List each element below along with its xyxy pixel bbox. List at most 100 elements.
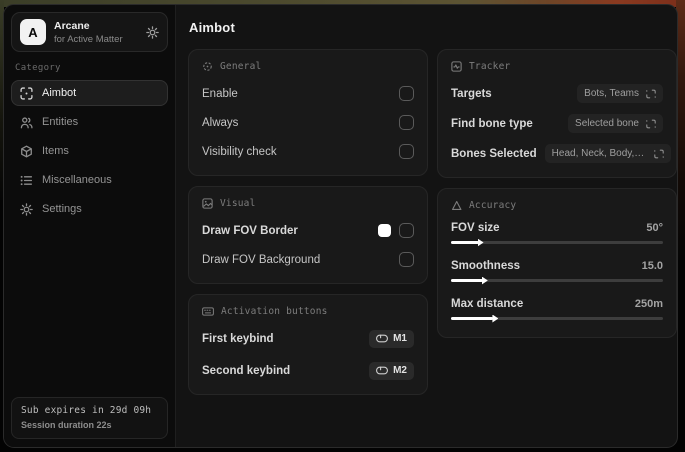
card-title: Tracker — [469, 61, 511, 72]
setting-row-targets: Targets Bots, Teams — [451, 83, 663, 104]
slider-thumb[interactable] — [481, 276, 488, 285]
gear-icon — [20, 202, 33, 216]
card-title: General — [220, 61, 262, 72]
card-general-header: General — [202, 61, 414, 72]
setting-label: Find bone type — [451, 117, 533, 130]
second-keybind-button[interactable]: M2 — [369, 361, 414, 380]
category-nav: Aimbot Entities Items Miscellaneous Sett… — [11, 80, 168, 222]
select-value: Selected bone — [575, 118, 639, 129]
setting-label: First keybind — [202, 332, 274, 345]
setting-row-enable: Enable — [202, 83, 414, 104]
sidebar-item-label: Miscellaneous — [42, 174, 112, 186]
fov-size-slider[interactable] — [451, 238, 663, 247]
setting-row-first-keybind: First keybind M1 — [202, 328, 414, 349]
setting-label: Enable — [202, 87, 238, 100]
app-window: A Arcane for Active Matter Category Aimb… — [3, 4, 678, 448]
sidebar-item-items[interactable]: Items — [11, 138, 168, 164]
visibility-check-checkbox[interactable] — [399, 144, 414, 159]
draw-fov-border-checkbox[interactable] — [399, 223, 414, 238]
setting-row-find-bone-type: Find bone type Selected bone — [451, 113, 663, 134]
card-activation-header: Activation buttons — [202, 306, 414, 317]
card-accuracy-header: Accuracy — [451, 200, 663, 211]
setting-row-max-distance: Max distance 250m — [451, 298, 663, 324]
setting-label: Visibility check — [202, 145, 277, 158]
subscription-status: Sub expires in 29d 09h Session duration … — [11, 397, 168, 439]
expand-select-icon — [646, 89, 656, 99]
main-content: Aimbot General Enable Always Visibility … — [176, 5, 677, 447]
sub-expiry-text: Sub expires in 29d 09h — [21, 405, 152, 416]
app-name: Arcane — [54, 19, 90, 32]
expand-select-icon — [653, 149, 664, 159]
app-logo: A — [20, 19, 46, 45]
fov-border-color-swatch[interactable] — [378, 224, 391, 237]
setting-row-bones-selected: Bones Selected Head, Neck, Body, Pe... — [451, 143, 671, 164]
sidebar-item-label: Settings — [42, 203, 82, 215]
sidebar-item-label: Aimbot — [42, 87, 77, 99]
sidebar: A Arcane for Active Matter Category Aimb… — [4, 5, 176, 447]
triangle-icon — [451, 200, 462, 211]
setting-row-second-keybind: Second keybind M2 — [202, 360, 414, 381]
always-checkbox[interactable] — [399, 115, 414, 130]
mouse-icon — [376, 334, 389, 343]
card-visual: Visual Draw FOV Border Draw FOV Backgrou… — [188, 186, 428, 284]
aperture-crosshair-icon — [202, 61, 213, 72]
max-distance-slider[interactable] — [451, 314, 663, 323]
slider-fill — [451, 238, 484, 247]
sidebar-item-label: Entities — [42, 116, 79, 128]
smoothness-slider[interactable] — [451, 276, 663, 285]
setting-label: Second keybind — [202, 364, 291, 377]
bones-selected-select[interactable]: Head, Neck, Body, Pe... — [544, 144, 671, 163]
session-duration-text: Session duration 22s — [21, 420, 112, 430]
card-tracker: Tracker Targets Bots, Teams Find bone ty… — [437, 49, 677, 178]
sidebar-item-aimbot[interactable]: Aimbot — [11, 80, 168, 106]
find-bone-type-select[interactable]: Selected bone — [568, 114, 663, 133]
activity-icon — [451, 61, 462, 72]
sidebar-item-label: Items — [42, 145, 69, 157]
slider-value: 250m — [634, 298, 663, 310]
setting-label: Targets — [451, 87, 492, 100]
cube-icon — [20, 145, 33, 158]
setting-row-smoothness: Smoothness 15.0 — [451, 260, 663, 286]
scan-crosshair-icon — [20, 86, 33, 100]
keybind-value: M2 — [393, 365, 407, 376]
expand-select-icon — [646, 119, 656, 129]
enable-checkbox[interactable] — [399, 86, 414, 101]
first-keybind-button[interactable]: M1 — [369, 329, 414, 348]
keyboard-icon — [202, 306, 214, 317]
slider-fill — [451, 314, 499, 323]
keybind-value: M1 — [393, 333, 407, 344]
sidebar-item-miscellaneous[interactable]: Miscellaneous — [11, 167, 168, 193]
setting-label: Bones Selected — [451, 147, 537, 160]
draw-fov-background-checkbox[interactable] — [399, 252, 414, 267]
card-title: Visual — [220, 198, 256, 209]
card-tracker-header: Tracker — [451, 61, 663, 72]
setting-label: Draw FOV Background — [202, 253, 321, 266]
select-value: Head, Neck, Body, Pe... — [551, 148, 647, 159]
setting-row-draw-fov-border: Draw FOV Border — [202, 220, 414, 241]
sidebar-item-settings[interactable]: Settings — [11, 196, 168, 222]
select-value: Bots, Teams — [584, 88, 639, 99]
card-title: Activation buttons — [221, 306, 328, 317]
targets-select[interactable]: Bots, Teams — [577, 84, 663, 103]
gear-icon[interactable] — [146, 25, 159, 39]
slider-value: 50° — [646, 222, 663, 234]
brand-card: A Arcane for Active Matter — [11, 12, 168, 52]
setting-row-visibility-check: Visibility check — [202, 141, 414, 162]
slider-value: 15.0 — [641, 260, 663, 272]
setting-label: FOV size — [451, 222, 500, 234]
right-column: Tracker Targets Bots, Teams Find bone ty… — [437, 49, 677, 338]
sidebar-item-entities[interactable]: Entities — [11, 109, 168, 135]
setting-label: Always — [202, 116, 239, 129]
card-activation-buttons: Activation buttons First keybind M1 Seco… — [188, 294, 428, 395]
slider-thumb[interactable] — [492, 314, 499, 323]
brand-text: Arcane for Active Matter — [54, 20, 123, 45]
setting-row-always: Always — [202, 112, 414, 133]
app-subtitle: for Active Matter — [54, 33, 123, 45]
card-visual-header: Visual — [202, 198, 414, 209]
setting-label: Max distance — [451, 298, 524, 310]
slider-thumb[interactable] — [477, 238, 484, 247]
setting-label: Draw FOV Border — [202, 224, 298, 237]
mouse-icon — [376, 366, 389, 375]
left-column: General Enable Always Visibility check V… — [188, 49, 428, 395]
page-title: Aimbot — [189, 20, 235, 35]
